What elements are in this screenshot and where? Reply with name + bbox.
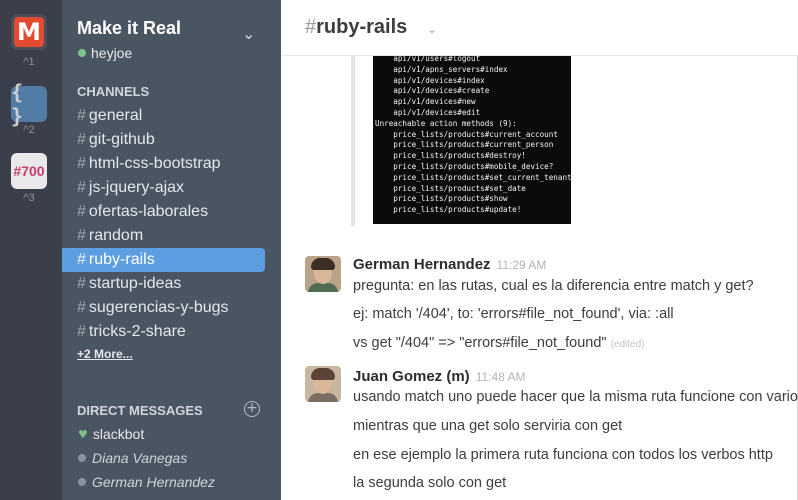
team-shortcut: ^1 <box>23 56 35 68</box>
dm-label: slackbot <box>92 426 145 442</box>
message-line: mientras que una get solo serviria con g… <box>353 418 623 434</box>
channel-tricks-2-share[interactable]: # tricks-2-share <box>62 320 265 344</box>
team-menu-chevron-icon[interactable]: ⌄ <box>242 24 255 43</box>
code-line: price_lists/products#set_current_tenant <box>375 172 571 182</box>
channel-label: general <box>88 107 143 124</box>
dm-label: German Hernandez <box>92 474 215 490</box>
code-line: price_lists/products#show <box>375 194 508 204</box>
edited-label: (edited) <box>610 339 645 350</box>
channel-header: #ruby-rails ⌄ <box>281 0 798 56</box>
channel-label: tricks-2-share <box>88 323 186 340</box>
code-line: api/v1/devices#index <box>375 75 485 85</box>
current-user[interactable]: heyjoe <box>78 45 132 61</box>
team-make-it-real[interactable]: M <box>11 14 47 50</box>
code-line: price_lists/products#set_date <box>375 183 526 193</box>
avatar-hair <box>311 368 335 380</box>
code-screenshot-image[interactable]: api/v1/users#logout api/v1/apns_servers#… <box>373 54 571 224</box>
channels-heading[interactable]: CHANNELS <box>77 84 149 99</box>
timestamp[interactable]: 11:48 AM <box>476 370 526 384</box>
attachment-quote: api/v1/users#logout api/v1/apns_servers#… <box>351 40 571 226</box>
avatar-shirt <box>308 283 338 292</box>
channel-general[interactable]: # general <box>62 104 265 128</box>
timestamp[interactable]: 11:29 AM <box>497 258 547 272</box>
presence-icon <box>78 49 86 57</box>
channel-label: html-css-bootstrap <box>88 155 221 172</box>
heart-icon: ♥ <box>78 427 88 441</box>
message-header: German Hernandez 11:29 AM <box>353 256 546 273</box>
team-shortcut: ^3 <box>23 192 35 204</box>
presence-away-icon <box>78 454 86 462</box>
dm-german-hernandez[interactable]: German Hernandez <box>78 474 215 490</box>
avatar-shirt <box>308 393 338 402</box>
team-name[interactable]: Make it Real <box>77 18 181 39</box>
message-line: ej: match '/404', to: 'errors#file_not_f… <box>353 306 674 322</box>
avatar[interactable] <box>305 366 341 402</box>
message-pane: api/v1/users#logout api/v1/apns_servers#… <box>281 0 798 500</box>
avatar-hair <box>311 258 335 270</box>
team-shortcut: ^2 <box>23 124 35 136</box>
code-line: price_lists/products#current_account <box>375 129 558 139</box>
code-line: price_lists/products#destroy! <box>375 151 526 161</box>
presence-away-icon <box>78 478 86 486</box>
message-line: pregunta: en las rutas, cual es la difer… <box>353 278 754 294</box>
channel-hash: # <box>305 16 317 38</box>
more-channels-link[interactable]: +2 More... <box>77 347 133 361</box>
message-line: la segunda solo con get <box>353 475 507 491</box>
avatar[interactable] <box>305 256 341 292</box>
add-dm-plus-icon[interactable]: + <box>244 401 260 417</box>
dm-diana-vanegas[interactable]: Diana Vanegas <box>78 450 187 466</box>
username: heyjoe <box>91 45 133 61</box>
code-line: price_lists/products#current_person <box>375 140 554 150</box>
message-line: usando match uno puede hacer que la mism… <box>353 389 798 405</box>
channel-sugerencias-y-bugs[interactable]: # sugerencias-y-bugs <box>62 296 265 320</box>
code-line: api/v1/devices#edit <box>375 107 481 117</box>
channel-label: git-github <box>88 131 155 148</box>
message-text: vs get "/404" => "errors#file_not_found" <box>353 335 607 351</box>
channel-sidebar: Make it Real ⌄ heyjoe CHANNELS # general … <box>62 0 281 500</box>
channel-label: ruby-rails <box>88 251 155 268</box>
team-700[interactable]: #700 <box>11 153 47 189</box>
code-line: price_lists/products#update! <box>375 205 522 215</box>
author-name[interactable]: Juan Gomez (m) <box>353 368 470 385</box>
dm-slackbot[interactable]: ♥ slackbot <box>78 426 144 442</box>
team-braces[interactable]: { } <box>11 80 47 128</box>
channel-startup-ideas[interactable]: # startup-ideas <box>62 272 265 296</box>
channel-ruby-rails[interactable]: # ruby-rails <box>62 248 265 272</box>
code-line: price_lists/products#mobile_device? <box>375 161 554 171</box>
channel-title[interactable]: #ruby-rails <box>305 16 407 39</box>
channel-label: sugerencias-y-bugs <box>88 299 229 316</box>
channel-label: js-jquery-ajax <box>88 179 185 196</box>
message-line: en ese ejemplo la primera ruta funciona … <box>353 447 773 463</box>
code-line: Unreachable action methods (9): <box>375 118 517 128</box>
channel-random[interactable]: # random <box>62 224 265 248</box>
dm-label: Diana Vanegas <box>92 450 188 466</box>
channel-label: random <box>88 227 144 244</box>
direct-messages-heading[interactable]: DIRECT MESSAGES <box>77 403 203 418</box>
code-line: api/v1/devices#new <box>375 97 476 107</box>
channel-ofertas-laborales[interactable]: # ofertas-laborales <box>62 200 265 224</box>
channel-label: ofertas-laborales <box>88 203 209 220</box>
channel-html-css-bootstrap[interactable]: # html-css-bootstrap <box>62 152 265 176</box>
channel-git-github[interactable]: # git-github <box>62 128 265 152</box>
author-name[interactable]: German Hernandez <box>353 256 491 273</box>
channel-label: startup-ideas <box>88 275 182 292</box>
channel-menu-chevron-icon[interactable]: ⌄ <box>427 22 437 36</box>
code-line: api/v1/devices#create <box>375 86 490 96</box>
team-switcher: M ^1 { } ^2 #700 ^3 <box>0 0 62 500</box>
channel-js-jquery-ajax[interactable]: # js-jquery-ajax <box>62 176 265 200</box>
channel-name: ruby-rails <box>316 16 408 38</box>
message-line-edited: vs get "/404" => "errors#file_not_found"… <box>353 335 644 351</box>
team-m-logo: M <box>14 17 44 47</box>
message-header: Juan Gomez (m) 11:48 AM <box>353 368 526 385</box>
code-line: api/v1/apns_servers#index <box>375 64 508 74</box>
